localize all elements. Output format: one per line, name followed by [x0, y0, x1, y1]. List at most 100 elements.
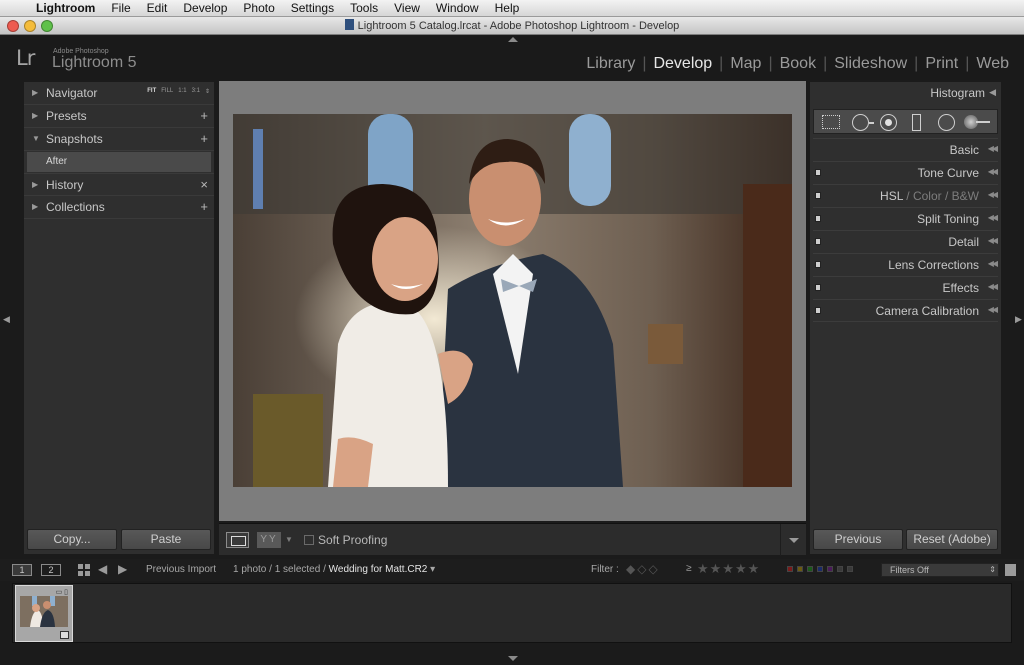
- menu-file[interactable]: File: [103, 1, 138, 15]
- zoom-fill[interactable]: FILL: [161, 88, 173, 95]
- panel-basic[interactable]: Basic ◀◀: [813, 138, 998, 161]
- rating-filter-stars[interactable]: ★★★★★: [697, 561, 760, 577]
- rating-operator[interactable]: ≥: [686, 563, 692, 574]
- crop-grid-icon[interactable]: [822, 115, 840, 129]
- module-slideshow[interactable]: Slideshow: [827, 55, 914, 73]
- copy-settings-button[interactable]: Copy...: [27, 529, 117, 550]
- chevron-down-icon[interactable]: ▾: [430, 564, 435, 575]
- module-web[interactable]: Web: [969, 55, 1016, 73]
- crop-overlay-icon[interactable]: [852, 114, 874, 131]
- navigator-header[interactable]: ▶ Navigator FIT FILL 1:1 3:1 ⇕: [24, 82, 214, 105]
- develop-settings-badge-icon: [60, 631, 69, 639]
- tab-separator: /: [906, 189, 913, 203]
- module-map[interactable]: Map: [723, 55, 768, 73]
- panel-effects[interactable]: Effects ◀◀: [813, 276, 998, 299]
- histogram-header[interactable]: Histogram ◀: [810, 82, 1001, 105]
- filmstrip-source[interactable]: Previous Import: [146, 564, 216, 575]
- filter-lock-icon[interactable]: [1005, 564, 1016, 576]
- menu-tools[interactable]: Tools: [342, 1, 386, 15]
- paste-settings-button[interactable]: Paste: [121, 529, 211, 550]
- zoom-3-1[interactable]: 3:1: [192, 88, 200, 95]
- graduated-filter-icon[interactable]: [912, 114, 921, 131]
- color-label-none[interactable]: [847, 566, 853, 572]
- filters-preset-select[interactable]: Filters Off: [881, 563, 999, 577]
- secondary-window-button[interactable]: 2: [41, 564, 61, 576]
- panel-detail[interactable]: Detail ◀◀: [813, 230, 998, 253]
- panel-tone-curve[interactable]: Tone Curve ◀◀: [813, 161, 998, 184]
- menu-help[interactable]: Help: [487, 1, 528, 15]
- menu-develop[interactable]: Develop: [175, 1, 235, 15]
- zoom-menu-icon[interactable]: ⇕: [205, 88, 210, 95]
- color-label-yellow[interactable]: [797, 566, 803, 572]
- history-header[interactable]: ▶ History ×: [24, 173, 214, 196]
- arrow-left-icon[interactable]: ◀: [98, 562, 107, 576]
- module-library[interactable]: Library: [579, 55, 642, 73]
- grid-view-icon[interactable]: [78, 564, 90, 576]
- color-label-green[interactable]: [807, 566, 813, 572]
- previous-button[interactable]: Previous: [813, 529, 903, 550]
- right-panel-toggle-icon[interactable]: ▶: [1015, 314, 1022, 325]
- panel-switch-icon[interactable]: [815, 261, 821, 268]
- bottom-panel-toggle-icon[interactable]: [508, 656, 518, 661]
- panel-switch-icon[interactable]: [815, 215, 821, 222]
- panel-lens-corrections[interactable]: Lens Corrections ◀◀: [813, 253, 998, 276]
- panel-switch-icon[interactable]: [815, 169, 821, 176]
- filmstrip-thumbnail[interactable]: ▭ ▯: [15, 585, 73, 642]
- arrow-right-icon[interactable]: ▶: [118, 562, 127, 576]
- panel-switch-icon[interactable]: [815, 192, 821, 199]
- snapshot-item[interactable]: After: [27, 152, 211, 172]
- color-tab[interactable]: Color: [913, 189, 942, 203]
- triangle-right-icon: ▶: [32, 111, 39, 120]
- top-panel-toggle-icon[interactable]: [508, 37, 518, 42]
- hsl-tab[interactable]: HSL: [880, 189, 903, 203]
- menu-window[interactable]: Window: [428, 1, 487, 15]
- toolbar-menu-icon[interactable]: [780, 524, 806, 556]
- bw-tab[interactable]: B&W: [952, 189, 979, 203]
- chevron-down-icon[interactable]: ▼: [285, 535, 293, 544]
- filmstrip-filename[interactable]: Wedding for Matt.CR2: [329, 564, 428, 575]
- module-develop[interactable]: Develop: [646, 55, 719, 73]
- module-print[interactable]: Print: [918, 55, 965, 73]
- panel-split-toning[interactable]: Split Toning ◀◀: [813, 207, 998, 230]
- soft-proofing-checkbox[interactable]: [304, 535, 314, 545]
- panel-hsl[interactable]: HSL / Color / B&W ◀◀: [813, 184, 998, 207]
- radial-filter-icon[interactable]: [938, 114, 955, 131]
- panel-switch-icon[interactable]: [815, 307, 821, 314]
- menu-settings[interactable]: Settings: [283, 1, 342, 15]
- panel-camera-calibration[interactable]: Camera Calibration ◀◀: [813, 299, 998, 322]
- flag-filter-icons[interactable]: ◆◇◇: [626, 562, 660, 576]
- add-collection-button[interactable]: +: [200, 199, 208, 214]
- color-label-blue[interactable]: [817, 566, 823, 572]
- triangle-right-icon: ▶: [32, 88, 39, 97]
- presets-header[interactable]: ▶ Presets +: [24, 105, 214, 128]
- panel-switch-icon[interactable]: [815, 284, 821, 291]
- loupe-view-icon[interactable]: [226, 532, 249, 548]
- snapshots-header[interactable]: ▼ Snapshots +: [24, 128, 214, 151]
- add-snapshot-button[interactable]: +: [200, 131, 208, 146]
- panel-switch-icon[interactable]: [815, 238, 821, 245]
- filmstrip[interactable]: ▭ ▯: [12, 583, 1012, 643]
- spot-removal-icon[interactable]: [880, 114, 897, 131]
- clear-history-button[interactable]: ×: [200, 177, 208, 192]
- before-after-button[interactable]: YY: [257, 532, 281, 548]
- adjustment-brush-icon[interactable]: [964, 115, 990, 129]
- main-window-button[interactable]: 1: [12, 564, 32, 576]
- color-label-purple[interactable]: [827, 566, 833, 572]
- add-preset-button[interactable]: +: [200, 108, 208, 123]
- collections-header[interactable]: ▶ Collections +: [24, 196, 214, 219]
- color-label-red[interactable]: [787, 566, 793, 572]
- menu-edit[interactable]: Edit: [139, 1, 176, 15]
- menu-app[interactable]: Lightroom: [28, 1, 103, 15]
- loupe-view[interactable]: [219, 81, 806, 521]
- left-panel-toggle-icon[interactable]: ◀: [3, 314, 10, 325]
- zoom-fit[interactable]: FIT: [147, 88, 156, 95]
- zoom-1-1[interactable]: 1:1: [178, 88, 186, 95]
- collections-label: Collections: [46, 200, 105, 214]
- presets-label: Presets: [46, 109, 87, 123]
- reset-button[interactable]: Reset (Adobe): [906, 529, 998, 550]
- menu-view[interactable]: View: [386, 1, 428, 15]
- main-photo[interactable]: [233, 114, 792, 487]
- color-label-custom[interactable]: [837, 566, 843, 572]
- module-book[interactable]: Book: [773, 55, 823, 73]
- menu-photo[interactable]: Photo: [235, 1, 282, 15]
